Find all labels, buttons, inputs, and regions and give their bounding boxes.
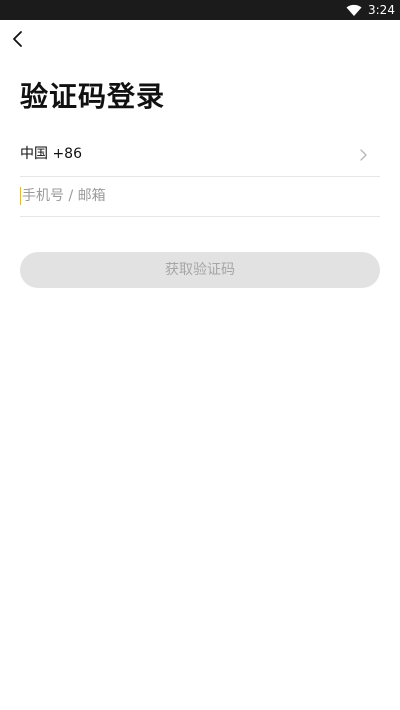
country-code-label: 中国 +86 bbox=[20, 146, 82, 162]
back-button[interactable] bbox=[8, 28, 28, 50]
text-cursor bbox=[20, 187, 21, 205]
account-field[interactable] bbox=[20, 176, 380, 217]
account-input[interactable] bbox=[20, 176, 380, 216]
status-bar: 3:24 bbox=[0, 0, 400, 20]
chevron-right-icon bbox=[360, 149, 367, 161]
wifi-icon bbox=[346, 4, 362, 16]
country-code-selector[interactable]: 中国 +86 bbox=[20, 134, 380, 177]
status-time: 3:24 bbox=[368, 3, 395, 17]
page-title: 验证码登录 bbox=[20, 80, 166, 113]
get-verification-code-button[interactable]: 获取验证码 bbox=[20, 252, 380, 288]
chevron-left-icon bbox=[13, 31, 22, 47]
